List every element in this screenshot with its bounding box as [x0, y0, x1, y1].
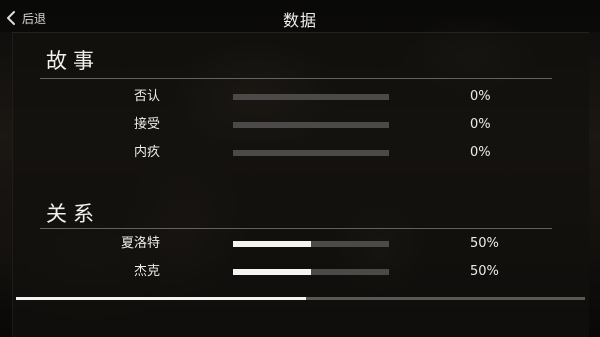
stat-value: 0%: [470, 145, 491, 160]
stat-value: 50%: [470, 236, 499, 251]
progress-bar: [233, 122, 389, 128]
section-heading-story: 故事: [46, 49, 100, 73]
progress-bar-fill: [233, 241, 311, 247]
progress-bar: [233, 150, 389, 156]
progress-bar-fill: [233, 269, 311, 275]
progress-bar: [233, 94, 389, 100]
page-title: 数据: [282, 11, 317, 30]
stats-screen: 后退 数据 故事 否认 0% 接受 0% 内疚 0% 关系 夏洛特 50% 杰克…: [0, 0, 600, 337]
stat-row-charlotte: 夏洛特 50%: [0, 234, 600, 254]
stat-row-denial: 否认 0%: [0, 87, 600, 107]
stat-label: 杰克: [133, 264, 160, 279]
progress-bar: [233, 269, 389, 275]
stat-label: 内疚: [133, 145, 160, 160]
scrollbar[interactable]: [16, 297, 585, 300]
stat-label: 否认: [133, 89, 160, 104]
stat-value: 0%: [470, 117, 491, 132]
stat-label: 夏洛特: [120, 236, 160, 251]
top-bar: 后退 数据: [0, 0, 600, 32]
progress-bar: [233, 241, 389, 247]
section-divider-story: [40, 78, 552, 79]
stat-label: 接受: [133, 117, 160, 132]
stat-value: 50%: [470, 264, 499, 279]
scrollbar-thumb[interactable]: [16, 297, 307, 300]
stat-row-acceptance: 接受 0%: [0, 115, 600, 135]
stat-row-jack: 杰克 50%: [0, 262, 600, 282]
stat-value: 0%: [470, 89, 491, 104]
stat-row-guilt: 内疚 0%: [0, 143, 600, 163]
section-heading-relations: 关系: [46, 202, 100, 226]
section-divider-relations: [40, 228, 552, 229]
